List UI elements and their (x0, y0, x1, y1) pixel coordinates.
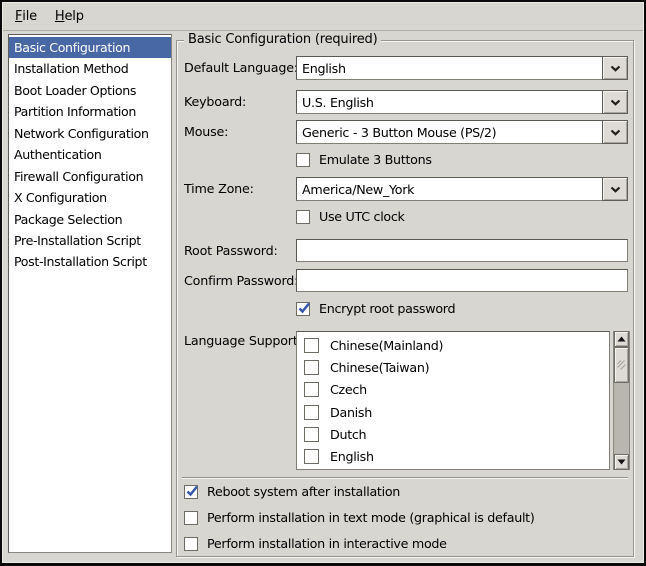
scroll-up-button[interactable] (614, 331, 629, 347)
time-zone-label: Time Zone: (184, 181, 254, 196)
language-label: Chinese(Taiwan) (330, 360, 429, 375)
menubar: File Help (3, 3, 643, 31)
language-option-chinese-mainland[interactable]: Chinese(Mainland) (297, 334, 609, 356)
checkmark-icon (296, 301, 312, 316)
keyboard-combo (296, 90, 628, 114)
scrollbar-grip-icon (617, 360, 626, 370)
default-language-combo (296, 56, 628, 80)
text-mode-install-row: Perform installation in text mode (graph… (184, 510, 535, 525)
menu-help-accel: H (55, 9, 65, 24)
menu-help-label: elp (64, 9, 83, 24)
language-option-dutch[interactable]: Dutch (297, 423, 609, 445)
language-checkbox[interactable] (304, 360, 319, 375)
language-support-list: Chinese(Mainland) Chinese(Taiwan) Czech … (296, 331, 610, 470)
mouse-label: Mouse: (184, 124, 228, 139)
chevron-down-icon (610, 65, 621, 72)
root-password-input[interactable] (296, 239, 628, 262)
confirm-password-input[interactable] (296, 269, 628, 292)
chevron-down-icon (610, 129, 621, 136)
interactive-install-row: Perform installation in interactive mode (184, 536, 447, 551)
default-language-dropdown-button[interactable] (602, 56, 628, 80)
checkmark-icon (184, 484, 200, 499)
frame-title: Basic Configuration (required) (184, 32, 381, 47)
time-zone-input[interactable] (296, 177, 603, 201)
menu-help[interactable]: Help (46, 3, 93, 30)
language-checkbox[interactable] (304, 405, 319, 420)
sidebar-item-x-configuration[interactable]: X Configuration (9, 187, 171, 208)
sidebar-item-firewall-configuration[interactable]: Firewall Configuration (9, 166, 171, 187)
language-list-scrollbar[interactable] (613, 331, 630, 470)
basic-configuration-frame: Basic Configuration (required) Default L… (176, 40, 634, 557)
sidebar-item-basic-configuration[interactable]: Basic Configuration (9, 37, 171, 58)
sidebar-item-post-installation-script[interactable]: Post-Installation Script (9, 251, 171, 272)
encrypt-root-password-checkbox[interactable] (296, 302, 310, 316)
language-option-czech[interactable]: Czech (297, 379, 609, 401)
text-mode-install-checkbox[interactable] (184, 511, 198, 525)
reboot-after-install-label: Reboot system after installation (207, 484, 400, 499)
scroll-down-button[interactable] (614, 454, 629, 470)
reboot-after-install-checkbox[interactable] (184, 485, 198, 499)
language-checkbox[interactable] (304, 382, 319, 397)
mouse-input[interactable] (296, 120, 603, 144)
language-checkbox[interactable] (304, 338, 319, 353)
sidebar-item-partition-information[interactable]: Partition Information (9, 101, 171, 122)
text-mode-install-label: Perform installation in text mode (graph… (207, 510, 535, 525)
scrollbar-thumb[interactable] (614, 347, 629, 383)
default-language-label: Default Language: (184, 60, 298, 75)
interactive-install-label: Perform installation in interactive mode (207, 536, 447, 551)
use-utc-clock-checkbox[interactable] (296, 210, 310, 224)
keyboard-input[interactable] (296, 90, 603, 114)
default-language-input[interactable] (296, 56, 603, 80)
confirm-password-label: Confirm Password: (184, 273, 298, 288)
sidebar-item-installation-method[interactable]: Installation Method (9, 58, 171, 79)
language-checkbox[interactable] (304, 427, 319, 442)
menu-file-accel: F (15, 9, 22, 24)
sidebar-item-network-configuration[interactable]: Network Configuration (9, 123, 171, 144)
language-label: English (330, 449, 374, 464)
language-checkbox[interactable] (304, 449, 319, 464)
sidebar-item-package-selection[interactable]: Package Selection (9, 209, 171, 230)
language-option-chinese-taiwan[interactable]: Chinese(Taiwan) (297, 356, 609, 378)
section-separator (182, 477, 628, 479)
emulate-3-buttons-checkbox[interactable] (296, 153, 310, 167)
language-label: Chinese(Mainland) (330, 338, 443, 353)
language-label: Danish (330, 405, 372, 420)
menu-file[interactable]: File (6, 3, 46, 30)
reboot-after-install-row: Reboot system after installation (184, 484, 400, 499)
language-option-danish[interactable]: Danish (297, 401, 609, 423)
use-utc-clock-label: Use UTC clock (319, 209, 405, 224)
chevron-down-icon (610, 99, 621, 106)
kickstart-configurator-window: File Help Basic Configuration Installati… (0, 0, 646, 566)
language-support-label: Language Support: (184, 333, 302, 348)
encrypt-root-password-row: Encrypt root password (296, 301, 455, 316)
chevron-down-icon (610, 186, 621, 193)
sidebar-item-boot-loader-options[interactable]: Boot Loader Options (9, 80, 171, 101)
emulate-3-buttons-row: Emulate 3 Buttons (296, 152, 432, 167)
menu-file-label: ile (22, 9, 37, 24)
arrow-down-icon (617, 459, 626, 465)
encrypt-root-password-label: Encrypt root password (319, 301, 455, 316)
time-zone-dropdown-button[interactable] (602, 177, 628, 201)
language-label: Dutch (330, 427, 366, 442)
sidebar-item-authentication[interactable]: Authentication (9, 144, 171, 165)
language-label: Czech (330, 382, 367, 397)
root-password-label: Root Password: (184, 243, 278, 258)
time-zone-combo (296, 177, 628, 201)
keyboard-dropdown-button[interactable] (602, 90, 628, 114)
arrow-up-icon (617, 336, 626, 342)
use-utc-clock-row: Use UTC clock (296, 209, 405, 224)
mouse-dropdown-button[interactable] (602, 120, 628, 144)
interactive-install-checkbox[interactable] (184, 537, 198, 551)
language-option-english[interactable]: English (297, 445, 609, 467)
sidebar-nav: Basic Configuration Installation Method … (8, 34, 172, 553)
sidebar-item-pre-installation-script[interactable]: Pre-Installation Script (9, 230, 171, 251)
keyboard-label: Keyboard: (184, 94, 246, 109)
emulate-3-buttons-label: Emulate 3 Buttons (319, 152, 432, 167)
mouse-combo (296, 120, 628, 144)
